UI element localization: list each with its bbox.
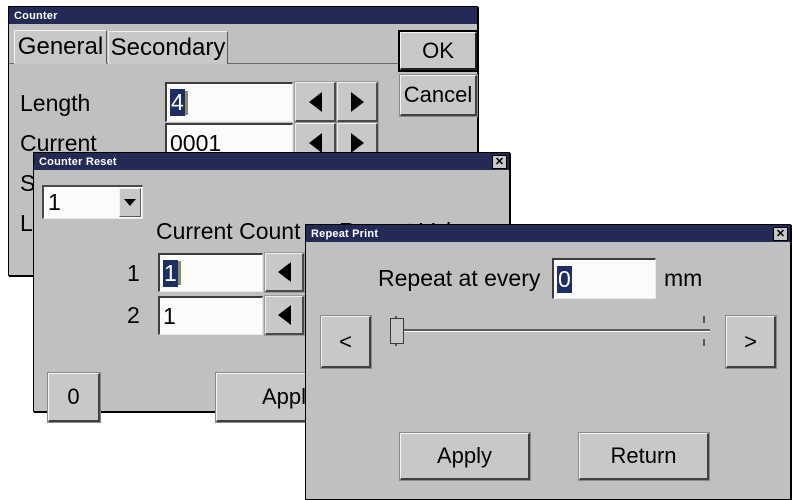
length-label-text: Length [20, 90, 91, 116]
row-1-index-text: 1 [127, 260, 140, 286]
slider-thumb[interactable] [390, 318, 404, 344]
close-icon[interactable]: ✕ [773, 226, 788, 241]
tab-secondary-label: Secondary [110, 34, 226, 61]
slider-decrement-button[interactable]: < [320, 315, 372, 369]
tab-secondary[interactable]: Secondary [108, 31, 228, 64]
row-1-current-count-input[interactable]: 1 [158, 253, 263, 292]
counter-titlebar[interactable]: Counter [9, 7, 477, 24]
length-increment-button[interactable] [336, 81, 379, 123]
repeat-print-return-button[interactable]: Return [578, 432, 710, 481]
repeat-interval-value: 0 [557, 265, 572, 293]
ok-button[interactable]: OK [398, 30, 479, 72]
row-1-index: 1 [127, 262, 140, 285]
close-icon[interactable]: ✕ [492, 154, 507, 169]
counter-window-title: Counter [14, 9, 58, 22]
repeat-print-apply-button[interactable]: Apply [399, 432, 531, 481]
triangle-left-icon [277, 262, 291, 282]
repeat-print-return-label: Return [610, 443, 677, 468]
repeat-interval-input[interactable]: 0 [552, 258, 656, 299]
counter-reset-window-title: Counter Reset [39, 155, 117, 168]
ok-button-label: OK [422, 37, 454, 63]
tab-general-label: General [17, 33, 104, 60]
counter-select-dropdown[interactable]: 1 [42, 185, 143, 219]
row-2-left-arrow-button[interactable] [264, 295, 305, 336]
repeat-unit-label: mm [664, 267, 702, 290]
slider-increment-button[interactable]: > [725, 315, 777, 369]
repeat-prompt-label: Repeat at every [378, 267, 540, 290]
row-2-index-text: 2 [127, 302, 140, 328]
triangle-left-icon [308, 91, 322, 112]
row-2-current-count-value: 1 [163, 302, 176, 329]
triangle-left-icon [308, 132, 322, 153]
row-1-caret [177, 261, 181, 285]
counter-reset-titlebar[interactable]: Counter Reset ✕ [34, 153, 509, 170]
length-input[interactable]: 4 [165, 82, 293, 122]
reset-zero-button-label: 0 [67, 384, 80, 409]
cancel-button-label: Cancel [403, 82, 473, 107]
triangle-left-icon [277, 305, 291, 325]
current-count-header: Current Count [156, 220, 300, 243]
length-label: Length [20, 92, 90, 115]
repeat-print-titlebar[interactable]: Repeat Print ✕ [306, 225, 790, 242]
slider-increment-label: > [744, 328, 757, 354]
screen: Counter General Secondary Length 4 Curre… [0, 0, 792, 500]
slider-track[interactable] [390, 329, 710, 332]
slider-decrement-label: < [339, 328, 352, 354]
repeat-interval-slider[interactable] [390, 316, 710, 348]
repeat-print-apply-label: Apply [436, 443, 493, 468]
tab-general[interactable]: General [14, 30, 107, 64]
triangle-right-icon [350, 132, 364, 153]
row-2-current-count-input[interactable]: 1 [158, 296, 263, 335]
repeat-prompt-text: Repeat at every [378, 265, 541, 291]
repeat-print-window: Repeat Print ✕ Repeat at every 0 mm < > … [305, 224, 791, 500]
length-input-caret [184, 90, 188, 115]
length-decrement-button[interactable] [294, 81, 337, 123]
cancel-button[interactable]: Cancel [399, 74, 478, 117]
length-input-value: 4 [170, 89, 185, 116]
slider-tick-max-top [703, 316, 705, 323]
row-1-current-count-value: 1 [163, 259, 178, 287]
chevron-down-icon[interactable] [119, 188, 141, 217]
current-count-header-text: Current Count [156, 218, 301, 244]
repeat-print-window-title: Repeat Print [311, 227, 379, 240]
row-1-left-arrow-button[interactable] [264, 252, 305, 293]
slider-tick-max-bottom [703, 339, 705, 346]
triangle-right-icon [350, 91, 364, 112]
reset-zero-button[interactable]: 0 [47, 372, 101, 423]
counter-select-value: 1 [48, 189, 61, 215]
row-2-index: 2 [127, 304, 140, 327]
repeat-unit-text: mm [664, 265, 703, 291]
repeat-print-client-area: Repeat at every 0 mm < > Apply Return [306, 242, 790, 499]
